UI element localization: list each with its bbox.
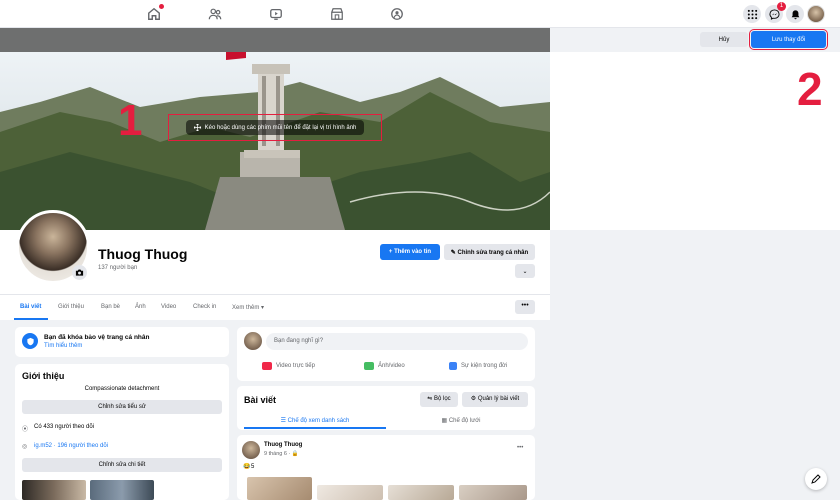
post-date[interactable]: 9 tháng 6 · 🔒	[264, 451, 299, 457]
profile-tabs: Bài viết Giới thiệu Bạn bè Ảnh Video Che…	[0, 294, 550, 320]
friends-icon[interactable]	[207, 6, 223, 22]
messenger-icon[interactable]: 1	[765, 2, 786, 23]
composer-input[interactable]: Bạn đang nghĩ gì?	[266, 333, 528, 350]
cancel-button[interactable]: Hủy	[700, 32, 748, 47]
post-date-text: 9 tháng 6 ·	[264, 451, 292, 457]
annotation-number-two: 2	[797, 63, 823, 115]
grid-view-tab[interactable]: ▦ Chế độ lưới	[390, 417, 532, 424]
profile-lock-card	[15, 327, 229, 357]
list-icon: ☰	[280, 418, 288, 424]
filter-button[interactable]: ⇋ Bộ lọc	[420, 392, 458, 407]
add-to-story-button[interactable]: + Thêm vào tin	[380, 244, 440, 260]
reaction-emoji: 😂	[243, 464, 251, 470]
manage-posts-button[interactable]: ⚙ Quản lý bài viết	[462, 392, 528, 407]
home-icon[interactable]	[146, 4, 164, 22]
camera-icon[interactable]	[72, 265, 87, 280]
tab-friends[interactable]: Bạn bè	[101, 304, 120, 310]
live-video-icon	[262, 362, 272, 370]
live-video-button[interactable]: Video trực tiếp	[262, 362, 315, 370]
grid-icon: ▦	[441, 418, 449, 424]
edit-profile-label: Chỉnh sửa trang cá nhân	[457, 249, 529, 256]
list-view-indicator	[244, 427, 386, 429]
reaction-count: 5	[251, 464, 255, 470]
shield-icon	[22, 333, 38, 349]
live-video-label: Video trực tiếp	[276, 363, 315, 369]
lock-card-title: Bạn đã khóa bảo vệ trang cá nhân	[44, 334, 150, 341]
wifi-icon: ⦿	[22, 427, 29, 433]
top-navbar: 1	[0, 0, 840, 28]
new-message-button[interactable]	[805, 468, 827, 490]
marketplace-icon[interactable]	[329, 6, 345, 22]
menu-grid-icon[interactable]	[743, 5, 761, 23]
profile-name: Thuog Thuog	[98, 246, 188, 262]
instagram-link[interactable]: ig.m52 · 196 người theo dõi	[34, 443, 108, 449]
annotation-number-one: 1	[118, 96, 143, 145]
featured-photo-1[interactable]	[22, 480, 86, 500]
intro-title: Giới thiệu	[22, 371, 65, 381]
photo-icon	[364, 362, 374, 370]
reposition-hint-box[interactable]: Kéo hoặc dùng các phím mũi tên để đặt lạ…	[168, 114, 382, 141]
cover-landscape-image	[0, 52, 550, 230]
life-event-label: Sự kiện trong đời	[461, 363, 508, 369]
tab-photos[interactable]: Ảnh	[135, 304, 146, 310]
cover-photo[interactable]	[0, 52, 550, 230]
posts-title: Bài viết	[244, 395, 277, 405]
post-author[interactable]: Thuog Thuog	[264, 442, 302, 448]
post-photo-1[interactable]	[247, 477, 312, 500]
featured-photo-2[interactable]	[90, 480, 154, 500]
filter-label: Bộ lọc	[434, 396, 451, 402]
photo-video-label: Ảnh/video	[378, 363, 405, 369]
groups-icon[interactable]	[389, 6, 405, 22]
watch-icon[interactable]	[268, 6, 284, 22]
compose-icon	[811, 474, 821, 484]
intro-bio: Compassionate detachment	[84, 386, 160, 392]
bell-icon[interactable]	[786, 5, 804, 23]
save-changes-button[interactable]: Lưu thay đổi	[749, 29, 828, 50]
edit-details-button[interactable]: Chỉnh sửa chi tiết	[22, 458, 222, 472]
list-view-tab[interactable]: ☰ Chế độ xem danh sách	[244, 417, 386, 424]
flag-icon	[449, 362, 457, 370]
post-photo-2[interactable]	[317, 485, 383, 500]
list-view-label: Chế độ xem danh sách	[287, 418, 350, 424]
account-avatar[interactable]	[807, 5, 825, 23]
tabs-more-button[interactable]: •••	[515, 300, 535, 314]
tab-posts[interactable]: Bài viết	[20, 304, 41, 310]
move-arrows-icon	[193, 124, 201, 131]
profile-more-button[interactable]: ⌄	[515, 264, 535, 278]
lock-icon: 🔒	[291, 451, 299, 457]
composer-avatar[interactable]	[244, 332, 262, 350]
reposition-hint: Kéo hoặc dùng các phím mũi tên để đặt lạ…	[185, 120, 365, 135]
post-photo-3[interactable]	[388, 485, 454, 500]
post-menu-button[interactable]: •••	[517, 445, 523, 451]
active-tab-indicator	[14, 318, 48, 320]
filter-icon: ⇋	[427, 396, 434, 402]
post-photo-4[interactable]	[459, 485, 527, 500]
edit-profile-button[interactable]: ✎ Chỉnh sửa trang cá nhân	[444, 244, 535, 260]
tab-checkins[interactable]: Check in	[193, 304, 216, 310]
tab-videos[interactable]: Video	[161, 304, 176, 310]
messenger-badge: 1	[777, 2, 786, 11]
post-author-avatar[interactable]	[242, 441, 260, 459]
tab-about[interactable]: Giới thiệu	[58, 304, 84, 310]
manage-posts-label: Quản lý bài viết	[477, 396, 520, 402]
home-notification-dot	[159, 4, 164, 9]
gear-icon: ⚙	[470, 396, 478, 402]
life-event-button[interactable]: Sự kiện trong đời	[449, 362, 507, 370]
followers-count: Có 433 người theo dõi	[34, 424, 94, 430]
tab-see-more[interactable]: Xem thêm ▾	[232, 304, 264, 311]
instagram-icon: ◎	[22, 444, 28, 450]
photo-video-button[interactable]: Ảnh/video	[364, 362, 405, 370]
friend-count[interactable]: 137 người bạn	[98, 265, 137, 271]
lock-card-link[interactable]: Tìm hiểu thêm	[44, 343, 82, 349]
grid-view-label: Chế độ lưới	[448, 418, 481, 424]
reposition-hint-text: Kéo hoặc dùng các phím mũi tên để đặt lạ…	[204, 124, 357, 131]
edit-bio-button[interactable]: Chỉnh sửa tiểu sử	[22, 400, 222, 414]
pencil-icon: ✎	[450, 249, 458, 256]
